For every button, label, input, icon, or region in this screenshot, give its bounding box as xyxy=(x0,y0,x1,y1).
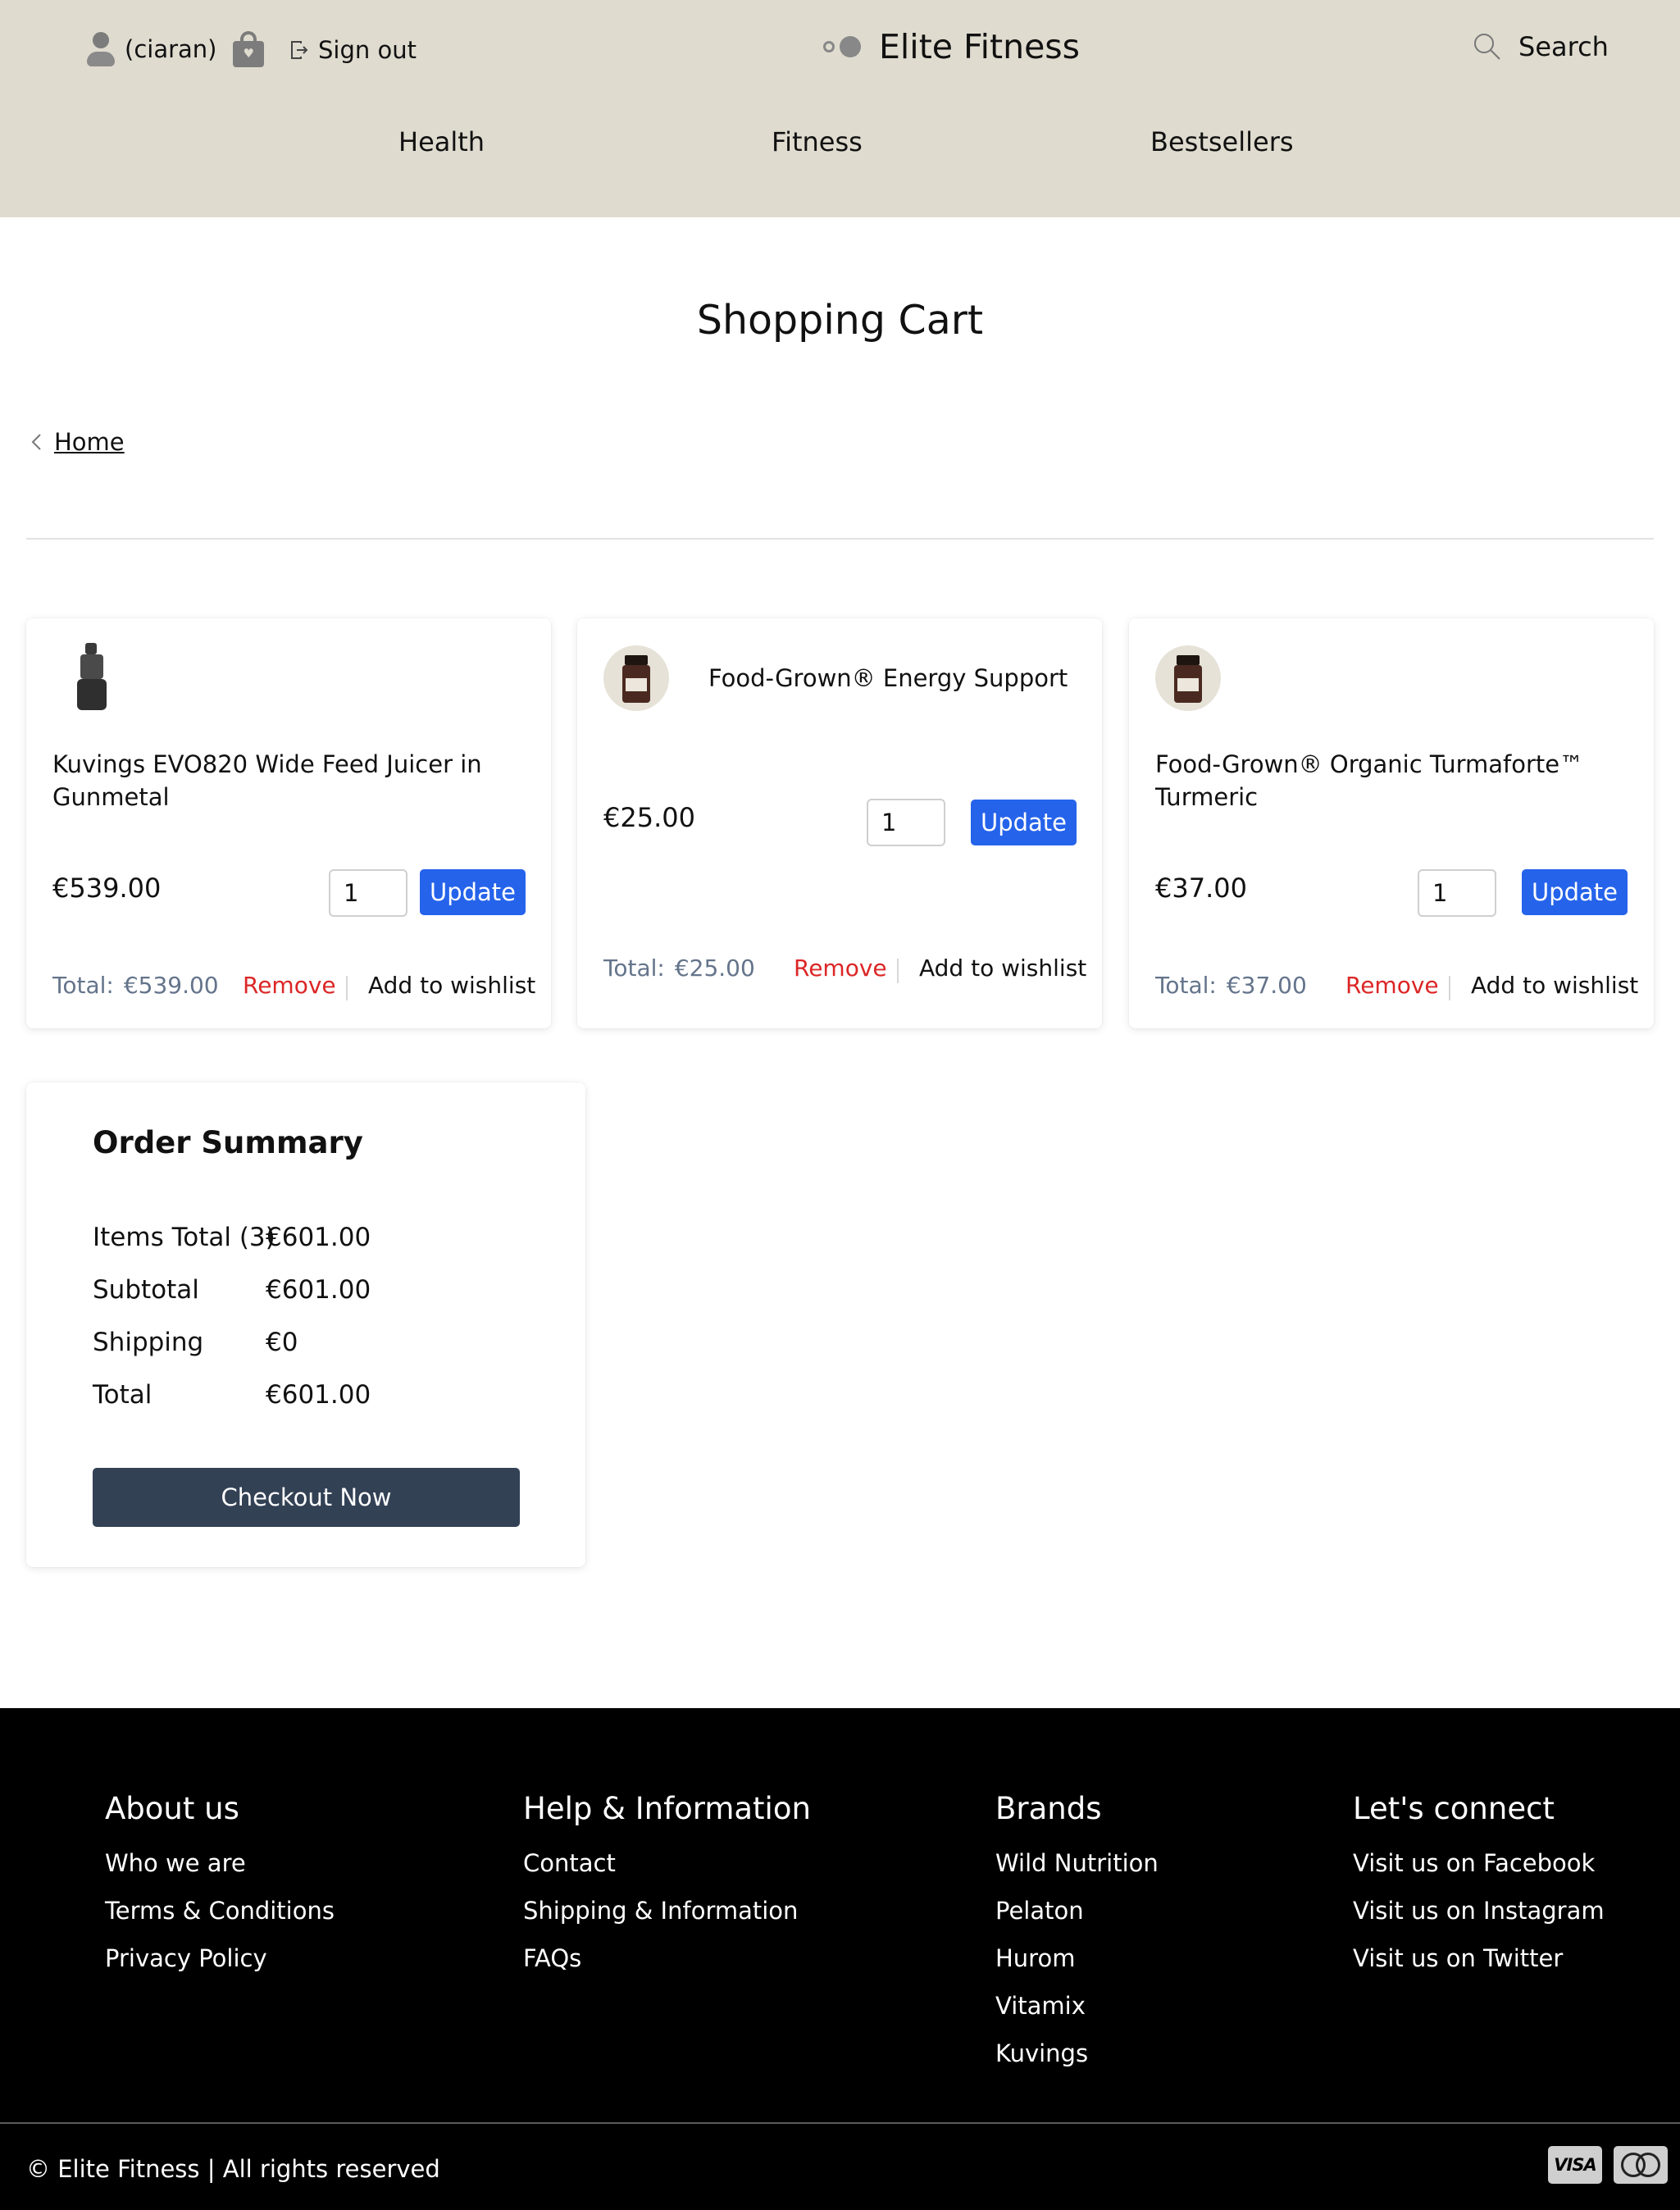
update-button[interactable]: Update xyxy=(420,869,526,915)
user-icon[interactable] xyxy=(85,30,115,68)
footer-link-kuvings[interactable]: Kuvings xyxy=(995,2039,1088,2067)
item-total-value: €539.00 xyxy=(123,972,219,999)
cart-item-card: Kuvings EVO820 Wide Feed Juicer in Gunme… xyxy=(26,618,551,1028)
sign-out-link[interactable]: Sign out xyxy=(290,36,417,64)
order-summary-title: Order Summary xyxy=(93,1125,363,1160)
product-name[interactable]: Food-Grown® Organic Turmaforte™ Turmeric xyxy=(1155,748,1614,813)
item-total: Total: €37.00 xyxy=(1155,972,1307,999)
shopping-bag-icon[interactable]: ♥ xyxy=(231,30,266,69)
quantity-input[interactable] xyxy=(329,869,407,917)
cart-item-card: Food-Grown® Energy Support €25.00 Update… xyxy=(577,618,1102,1028)
sign-out-icon xyxy=(291,41,308,59)
footer-heading-about: About us xyxy=(105,1791,239,1826)
footer-link-contact[interactable]: Contact xyxy=(523,1849,616,1877)
footer-link-twitter[interactable]: Visit us on Twitter xyxy=(1353,1944,1563,1972)
brand-name[interactable]: Elite Fitness xyxy=(879,27,1080,66)
page-title: Shopping Cart xyxy=(696,297,984,344)
add-to-wishlist-button[interactable]: Add to wishlist xyxy=(1471,972,1638,999)
section-divider xyxy=(26,538,1654,540)
search-button[interactable]: Search xyxy=(1473,31,1609,62)
copyright-text: © Elite Fitness | All rights reserved xyxy=(26,2155,440,2183)
remove-button[interactable]: Remove xyxy=(243,972,336,999)
footer-link-hurom[interactable]: Hurom xyxy=(995,1944,1075,1972)
footer-heading-help: Help & Information xyxy=(523,1791,811,1826)
product-price: €37.00 xyxy=(1155,873,1247,904)
update-button[interactable]: Update xyxy=(1522,869,1628,915)
add-to-wishlist-button[interactable]: Add to wishlist xyxy=(919,955,1086,982)
footer-link-faqs[interactable]: FAQs xyxy=(523,1944,581,1972)
footer-link-who-we-are[interactable]: Who we are xyxy=(105,1849,246,1877)
checkout-now-button[interactable]: Checkout Now xyxy=(93,1468,520,1527)
search-icon xyxy=(1474,34,1500,60)
quantity-input[interactable] xyxy=(1418,869,1496,917)
account-area[interactable]: (ciaran) ♥ xyxy=(85,30,266,69)
visa-icon: VISA xyxy=(1548,2146,1602,2184)
item-total-label: Total: xyxy=(603,955,665,982)
order-summary: Order Summary Items Total (3) €601.00 Su… xyxy=(26,1082,585,1567)
product-name[interactable]: Kuvings EVO820 Wide Feed Juicer in Gunme… xyxy=(52,748,512,813)
summary-value-items-total: €601.00 xyxy=(266,1223,371,1252)
product-price: €25.00 xyxy=(603,802,695,833)
item-total: Total: €539.00 xyxy=(52,972,219,999)
footer-heading-connect: Let's connect xyxy=(1353,1791,1555,1826)
product-image-turmeric[interactable] xyxy=(1155,645,1221,711)
brand-logo-icon xyxy=(822,35,864,58)
footer-link-terms[interactable]: Terms & Conditions xyxy=(105,1897,335,1925)
update-button[interactable]: Update xyxy=(971,800,1077,845)
product-image-energy-support[interactable] xyxy=(603,645,669,711)
footer-heading-brands: Brands xyxy=(995,1791,1102,1826)
summary-label-total: Total xyxy=(93,1380,153,1410)
footer-link-facebook[interactable]: Visit us on Facebook xyxy=(1353,1849,1595,1877)
footer-link-instagram[interactable]: Visit us on Instagram xyxy=(1353,1897,1605,1925)
summary-value-total: €601.00 xyxy=(266,1380,371,1410)
product-price: €539.00 xyxy=(52,873,162,904)
breadcrumb[interactable]: Home xyxy=(30,428,125,456)
product-image-juicer[interactable] xyxy=(67,643,120,713)
nav-health[interactable]: Health xyxy=(398,126,485,157)
summary-value-shipping: €0 xyxy=(266,1328,298,1357)
footer-link-vitamix[interactable]: Vitamix xyxy=(995,1992,1086,2020)
sign-out-label[interactable]: Sign out xyxy=(318,36,417,64)
footer-link-wild-nutrition[interactable]: Wild Nutrition xyxy=(995,1849,1159,1877)
footer-link-shipping[interactable]: Shipping & Information xyxy=(523,1897,798,1925)
site-header: (ciaran) ♥ Sign out Elite Fitness Search… xyxy=(0,0,1680,217)
add-to-wishlist-button[interactable]: Add to wishlist xyxy=(368,972,535,999)
summary-label-shipping: Shipping xyxy=(93,1328,204,1357)
item-total-value: €25.00 xyxy=(674,955,755,982)
remove-button[interactable]: Remove xyxy=(1345,972,1439,999)
chevron-left-icon xyxy=(31,434,41,450)
action-separator xyxy=(1449,976,1450,1000)
site-footer: About us Who we are Terms & Conditions P… xyxy=(0,1708,1680,2210)
remove-button[interactable]: Remove xyxy=(794,955,887,982)
breadcrumb-home-link[interactable]: Home xyxy=(54,428,125,456)
summary-label-items-total: Items Total (3) xyxy=(93,1223,275,1252)
item-total-label: Total: xyxy=(52,972,114,999)
footer-link-pelaton[interactable]: Pelaton xyxy=(995,1897,1084,1925)
footer-divider xyxy=(0,2122,1680,2124)
footer-link-privacy[interactable]: Privacy Policy xyxy=(105,1944,267,1972)
cart-item-card: Food-Grown® Organic Turmaforte™ Turmeric… xyxy=(1129,618,1654,1028)
nav-fitness[interactable]: Fitness xyxy=(772,126,863,157)
summary-value-subtotal: €601.00 xyxy=(266,1275,371,1305)
product-name[interactable]: Food-Grown® Energy Support xyxy=(708,662,1086,695)
quantity-input[interactable] xyxy=(867,799,945,846)
item-total: Total: €25.00 xyxy=(603,955,755,982)
summary-label-subtotal: Subtotal xyxy=(93,1275,199,1305)
item-total-label: Total: xyxy=(1155,972,1217,999)
nav-bestsellers[interactable]: Bestsellers xyxy=(1150,126,1294,157)
mastercard-icon xyxy=(1614,2146,1668,2184)
brand-logo-link[interactable]: Elite Fitness xyxy=(822,27,1080,66)
action-separator xyxy=(897,959,899,983)
username-label[interactable]: (ciaran) xyxy=(125,35,216,63)
item-total-value: €37.00 xyxy=(1226,972,1307,999)
search-label[interactable]: Search xyxy=(1518,31,1609,62)
action-separator xyxy=(346,976,348,1000)
